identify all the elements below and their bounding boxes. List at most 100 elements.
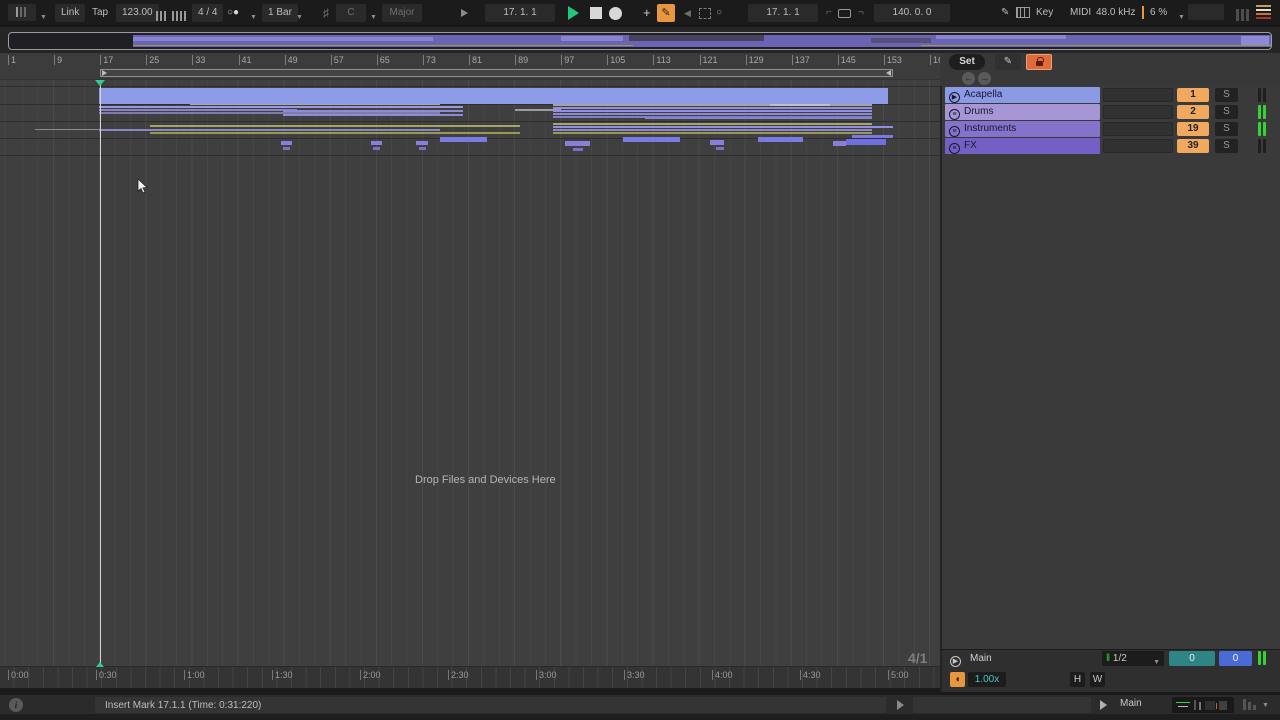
draw-mode-button[interactable]: ✎ xyxy=(657,4,675,22)
track-number-badge[interactable]: 1 xyxy=(1177,88,1209,102)
arrangement-clip[interactable] xyxy=(770,104,830,106)
arrangement-clip[interactable] xyxy=(833,141,846,146)
scale-root-chevron-icon[interactable]: ▼ xyxy=(370,9,377,27)
meter-chevron-icon[interactable]: ▼ xyxy=(1262,702,1269,709)
computer-midi-keyboard-icon[interactable] xyxy=(1016,7,1030,18)
track-name[interactable]: ≡Drums xyxy=(945,104,1100,120)
meter-bars-icon[interactable] xyxy=(1243,699,1256,710)
main-volume-field[interactable]: 0 xyxy=(1219,651,1252,666)
arrangement-clip[interactable] xyxy=(440,137,487,142)
arrangement-grid[interactable]: Drop Files and Devices Here 4/1 xyxy=(0,80,940,666)
track-solo-button[interactable]: S xyxy=(1215,105,1238,119)
follow-icon[interactable] xyxy=(461,9,468,17)
arrangement-clip[interactable] xyxy=(553,123,872,125)
arrangement-clip[interactable] xyxy=(150,125,520,127)
arrangement-clip[interactable] xyxy=(281,141,292,145)
arrangement-clip[interactable] xyxy=(710,140,724,145)
set-locator-button[interactable]: Set xyxy=(949,54,985,70)
automation-mode-icon[interactable]: + xyxy=(643,4,651,22)
nudge-up-icon[interactable] xyxy=(172,8,188,26)
punch-circle-icon[interactable]: ○ xyxy=(716,4,722,22)
arrangement-clip[interactable] xyxy=(565,141,590,146)
track-routing-box[interactable] xyxy=(1103,88,1173,102)
punch-out-icon[interactable]: ¬ xyxy=(858,4,864,22)
arrangement-clip[interactable] xyxy=(872,126,893,128)
info-view-icon[interactable]: i xyxy=(9,698,23,712)
punch-in-icon[interactable]: ⌐ xyxy=(826,4,832,22)
arrangement-clip[interactable] xyxy=(99,88,888,104)
arrangement-clip[interactable] xyxy=(846,139,886,145)
height-button[interactable]: H xyxy=(1070,672,1085,687)
arrangement-clip[interactable] xyxy=(283,110,463,112)
play-button[interactable] xyxy=(568,6,579,20)
quantize-menu[interactable]: 1 Bar xyxy=(262,4,298,22)
main-pan-field[interactable]: 0 xyxy=(1169,651,1215,666)
arrangement-clip[interactable] xyxy=(99,129,440,131)
arrangement-clip[interactable] xyxy=(283,114,463,116)
time-ruler[interactable]: 0:000:301:001:302:002:303:003:304:004:30… xyxy=(0,666,940,688)
key-map-button[interactable]: Key xyxy=(1036,4,1053,22)
arrangement-clip[interactable] xyxy=(553,126,872,128)
arrangement-clip[interactable] xyxy=(419,147,426,150)
arrangement-clip[interactable] xyxy=(283,147,290,150)
main-routing-menu[interactable]: ‖ 1/2 ▼ xyxy=(1102,651,1164,666)
group-unfold-icon[interactable]: ≡ xyxy=(949,126,960,137)
arrangement-clip[interactable] xyxy=(99,106,297,108)
track-name[interactable]: ▶Acapella xyxy=(945,87,1100,103)
next-locator-button[interactable]: → xyxy=(978,72,991,85)
arrangement-clip[interactable] xyxy=(373,147,380,150)
track-number-badge[interactable]: 19 xyxy=(1177,122,1209,136)
back-to-arrangement-icon[interactable]: ◀ xyxy=(684,4,691,22)
quantize-chevron-icon[interactable]: ▼ xyxy=(296,9,303,27)
arrangement-clip[interactable] xyxy=(645,118,872,119)
main-track-unfold-icon[interactable]: ▶ xyxy=(950,651,965,666)
link-button[interactable]: Link xyxy=(55,4,85,22)
stop-button[interactable] xyxy=(590,7,602,19)
track-number-badge[interactable]: 39 xyxy=(1177,139,1209,153)
cue-speaker-icon[interactable]: ◖ xyxy=(950,672,965,687)
beat-time-ruler[interactable]: 1917253341495765738189971051131211291371… xyxy=(0,53,940,80)
draw-pencil-icon[interactable]: ✎ xyxy=(1001,4,1009,22)
arrangement-clip[interactable] xyxy=(35,129,99,130)
loop-region[interactable] xyxy=(100,69,893,77)
arrangement-clip[interactable] xyxy=(553,113,872,115)
mpe-selection-icon[interactable] xyxy=(699,8,711,19)
width-button[interactable]: W xyxy=(1090,672,1105,687)
track-header[interactable]: ≡Instruments 19 S xyxy=(945,121,1279,137)
arrangement-clip[interactable] xyxy=(150,132,520,134)
time-signature-field[interactable]: 4 / 4 xyxy=(192,4,223,22)
track-play-icon[interactable]: ▶ xyxy=(949,92,960,103)
tap-button[interactable]: Tap xyxy=(92,4,108,22)
notifications-menu-icon[interactable] xyxy=(1256,5,1271,23)
lock-envelopes-icon[interactable] xyxy=(1026,54,1052,70)
control-surface-chevron-icon[interactable]: ▼ xyxy=(40,9,47,27)
preview-play-icon[interactable] xyxy=(1100,700,1107,710)
scale-root-field[interactable]: C xyxy=(336,4,366,22)
arrangement-clip[interactable] xyxy=(99,109,297,111)
status-play-icon[interactable] xyxy=(897,700,904,710)
scale-icon[interactable]: ♯ xyxy=(323,4,329,22)
arrangement-clip[interactable] xyxy=(852,135,893,138)
arrangement-clip[interactable] xyxy=(416,141,428,145)
track-routing-box[interactable] xyxy=(1103,139,1173,153)
track-name[interactable]: ≡Instruments xyxy=(945,121,1100,137)
loop-length-display[interactable]: 140. 0. 0 xyxy=(874,4,950,22)
arrangement-clip[interactable] xyxy=(716,147,724,150)
playback-speed-field[interactable]: 1.00x xyxy=(968,672,1006,687)
control-surface-icon[interactable] xyxy=(8,4,36,21)
track-routing-box[interactable] xyxy=(1103,105,1173,119)
arrangement-clip[interactable] xyxy=(573,148,583,151)
arrangement-overview[interactable] xyxy=(8,32,1272,50)
track-solo-button[interactable]: S xyxy=(1215,122,1238,136)
track-name[interactable]: ≡FX xyxy=(945,138,1100,154)
arrangement-clip[interactable] xyxy=(553,132,872,134)
arrangement-clip[interactable] xyxy=(623,137,680,142)
midi-map-button[interactable]: MIDI xyxy=(1070,4,1091,22)
arrangement-clip[interactable] xyxy=(553,129,872,131)
prev-locator-button[interactable]: ← xyxy=(962,72,975,85)
arrangement-clip[interactable] xyxy=(553,107,872,109)
nudge-down-icon[interactable] xyxy=(156,8,168,26)
arrangement-clip[interactable] xyxy=(758,137,803,142)
track-solo-button[interactable]: S xyxy=(1215,139,1238,153)
track-header[interactable]: ≡Drums2S xyxy=(945,104,1279,120)
